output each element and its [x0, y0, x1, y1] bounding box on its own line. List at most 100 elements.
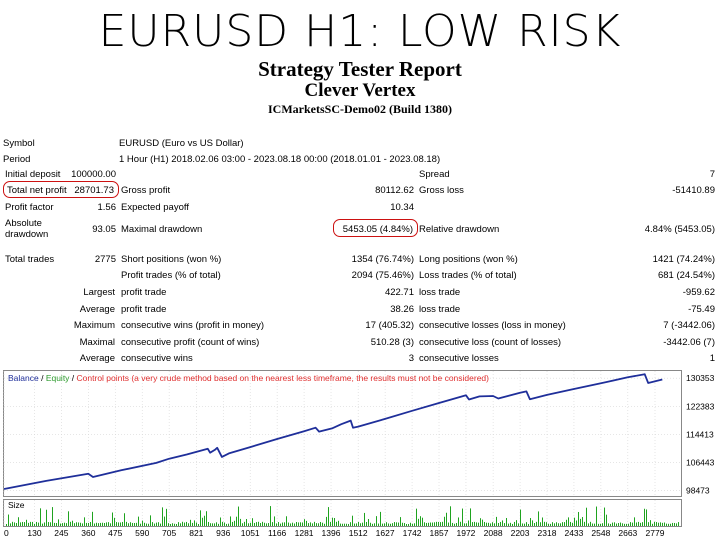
- size-bar: [324, 523, 325, 526]
- size-bar: [564, 522, 565, 526]
- size-bar: [486, 522, 487, 526]
- initial-deposit-label: Initial deposit: [5, 169, 61, 180]
- average-loss-label: loss trade: [419, 304, 461, 315]
- size-bar: [16, 523, 17, 526]
- relative-drawdown-label: Relative drawdown: [419, 224, 500, 235]
- size-bar: [246, 519, 247, 526]
- absolute-drawdown-label: Absolute: [5, 218, 42, 229]
- symbol-value: EURUSD (Euro vs US Dollar): [119, 138, 244, 149]
- legend: Balance / Equity / Control points (a ver…: [8, 373, 489, 383]
- absolute-drawdown-label-line2: drawdown: [5, 229, 49, 240]
- size-bar: [24, 522, 25, 526]
- profit-trades-label: Profit trades (% of total): [121, 270, 221, 281]
- size-bar: [314, 521, 315, 526]
- size-bar: [156, 522, 157, 526]
- size-bar: [94, 523, 95, 526]
- size-bar: [600, 523, 601, 526]
- size-bar: [106, 522, 107, 526]
- size-bar: [126, 521, 127, 526]
- size-bar: [152, 522, 153, 526]
- size-bar: [238, 506, 239, 526]
- size-bar: [286, 516, 287, 526]
- avg-consec-losses-label: consecutive losses: [419, 353, 499, 364]
- x-tick-label: 936: [216, 528, 230, 538]
- size-bar: [122, 521, 123, 526]
- period-label: Period: [3, 154, 31, 165]
- size-bar: [612, 522, 613, 526]
- size-bar: [124, 513, 125, 526]
- spread-label: Spread: [419, 169, 450, 180]
- size-bar: [158, 522, 159, 526]
- size-bar: [430, 522, 431, 526]
- size-bar: [306, 520, 307, 526]
- total-net-profit-label: Total net profit: [7, 185, 67, 196]
- size-bar: [232, 521, 233, 526]
- size-bar: [132, 522, 133, 526]
- size-bar: [354, 523, 355, 526]
- size-bar: [652, 523, 653, 526]
- size-bar: [236, 516, 237, 526]
- balance-chart: 98473 106443 114413 122383 130353 0 130 245 360…: [3, 370, 719, 538]
- size-bar: [572, 522, 573, 526]
- size-bar: [558, 523, 559, 526]
- size-bar: [78, 522, 79, 526]
- size-bar: [662, 522, 663, 526]
- size-bar: [80, 522, 81, 526]
- size-bar: [150, 515, 151, 526]
- size-bar: [118, 522, 119, 526]
- size-bar: [262, 521, 263, 526]
- size-bar: [40, 508, 41, 526]
- size-bar: [138, 516, 139, 526]
- size-bar: [498, 522, 499, 526]
- size-bar: [442, 521, 443, 526]
- size-bar: [318, 523, 319, 526]
- size-bar: [184, 522, 185, 526]
- x-tick-label: 1627: [376, 528, 395, 538]
- size-bar: [488, 522, 489, 526]
- size-bar: [36, 521, 37, 526]
- size-bar: [404, 523, 405, 526]
- size-bar: [546, 522, 547, 526]
- size-bar: [544, 521, 545, 526]
- maximal-consec-loss-value: -3442.06 (7): [663, 337, 715, 348]
- size-bar: [166, 508, 167, 526]
- size-bar: [452, 522, 453, 526]
- x-tick-label: 2663: [618, 528, 637, 538]
- y-tick-label: 130353: [686, 373, 715, 383]
- size-bar: [162, 507, 163, 526]
- maximal-consec-profit-label: consecutive profit (count of wins): [121, 337, 260, 348]
- size-bar: [240, 518, 241, 526]
- size-bar: [82, 523, 83, 526]
- size-bar: [622, 523, 623, 526]
- x-tick-label: 245: [54, 528, 68, 538]
- size-bar: [96, 522, 97, 526]
- average-consec-label: Average: [79, 353, 115, 364]
- size-bar: [220, 517, 221, 526]
- size-bar: [52, 507, 53, 526]
- size-bar: [474, 521, 475, 526]
- size-bar: [62, 523, 63, 526]
- size-bar: [288, 522, 289, 526]
- legend-balance: Balance: [8, 373, 39, 383]
- size-bar: [370, 522, 371, 526]
- size-bar: [136, 522, 137, 526]
- size-bar: [416, 508, 417, 526]
- size-bar: [594, 523, 595, 526]
- size-bar: [664, 522, 665, 526]
- size-bar: [38, 522, 39, 526]
- size-bar: [596, 506, 597, 526]
- legend-equity: Equity: [46, 373, 70, 383]
- size-bar: [50, 522, 51, 526]
- gross-loss-label: Gross loss: [419, 185, 464, 196]
- size-bar: [22, 521, 23, 526]
- size-bar: [438, 522, 439, 526]
- size-bar: [210, 523, 211, 526]
- size-bar: [146, 523, 147, 526]
- size-bar: [200, 510, 201, 526]
- size-bar: [202, 517, 203, 526]
- size-bar: [568, 517, 569, 526]
- size-bar: [84, 517, 85, 526]
- initial-deposit-value: 100000.00: [71, 169, 116, 180]
- max-consec-wins-value: 17 (405.32): [365, 320, 414, 331]
- size-bar: [192, 522, 193, 526]
